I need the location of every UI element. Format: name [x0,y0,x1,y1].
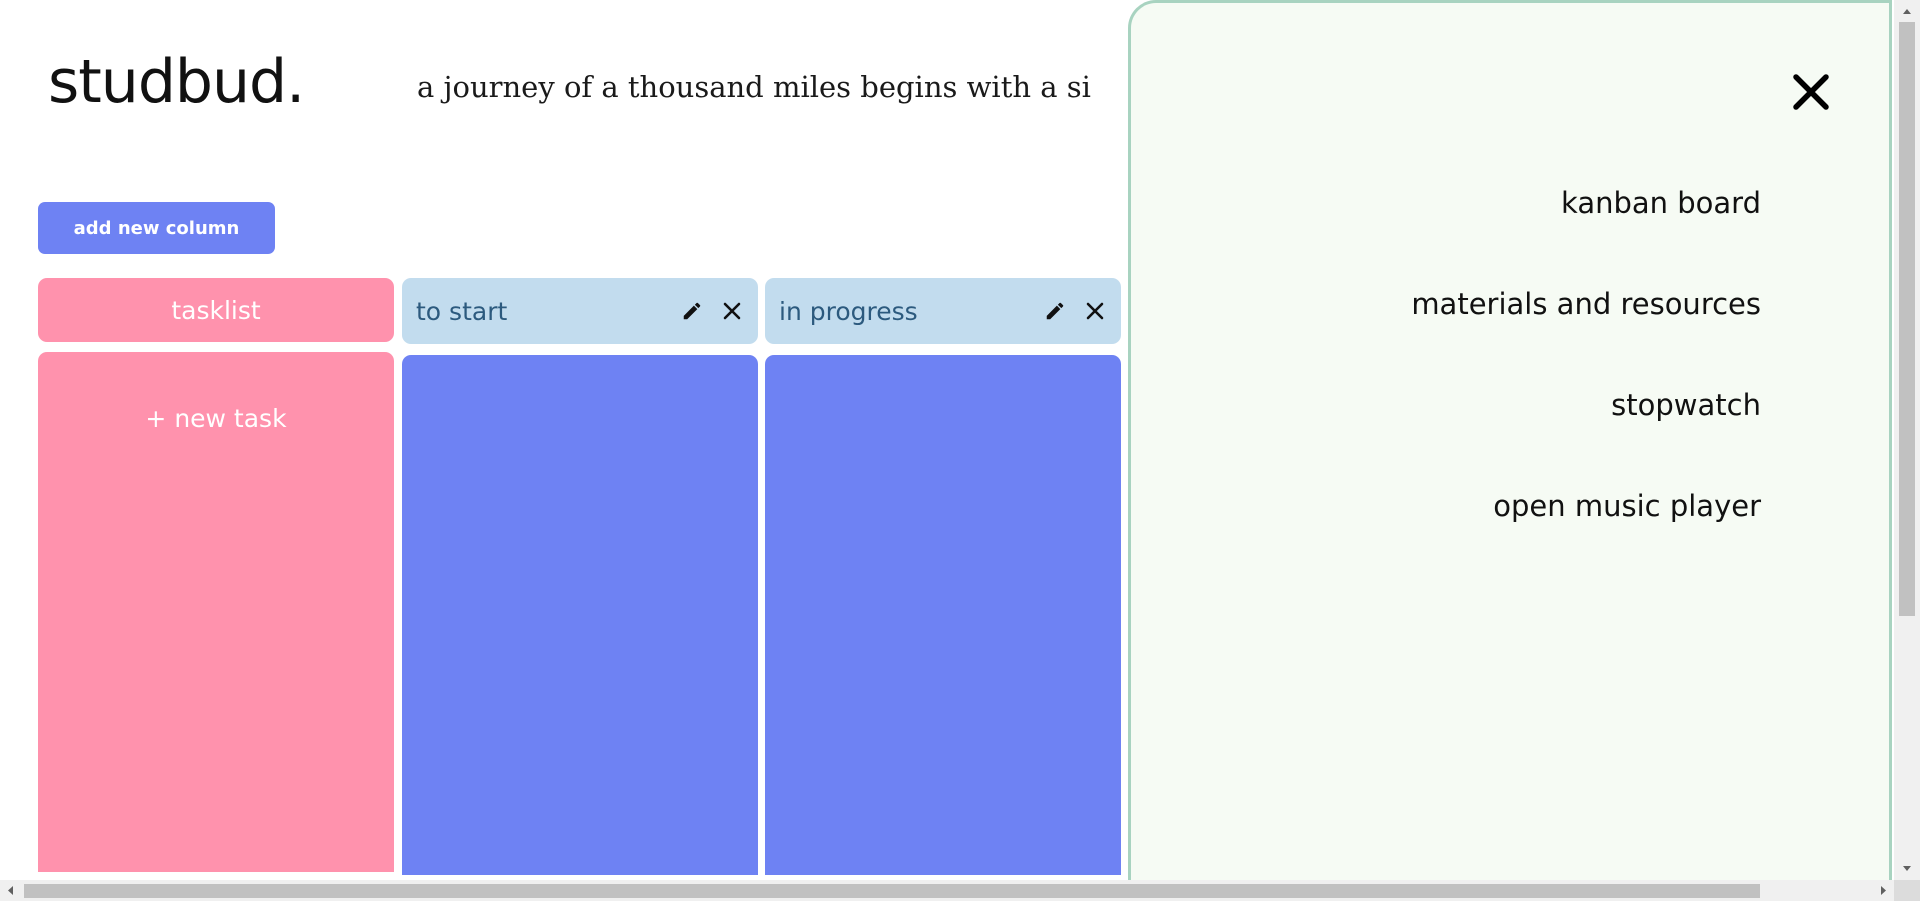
column-title: tasklist [171,295,261,325]
column-header-in-progress: in progress [765,278,1121,344]
menu-item-stopwatch[interactable]: stopwatch [1411,385,1761,486]
close-icon[interactable] [718,297,746,325]
close-icon [1793,74,1829,110]
motivational-quote: a journey of a thousand miles begins wit… [417,70,1091,104]
close-menu-button[interactable] [1788,69,1834,115]
column-header-tasklist: tasklist [38,278,394,342]
menu-item-materials-and-resources[interactable]: materials and resources [1411,284,1761,385]
scroll-down-icon [1903,866,1911,871]
navigation-menu: kanban board materials and resources sto… [1411,183,1761,587]
horizontal-scrollbar[interactable] [0,880,1894,901]
column-title: to start [416,296,508,326]
menu-item-kanban-board[interactable]: kanban board [1411,183,1761,284]
column-body-tasklist: + new task [38,352,394,872]
column-header-to-start: to start [402,278,758,344]
scrollbar-corner [1894,880,1920,901]
edit-icon[interactable] [678,297,706,325]
column-body-to-start [402,355,758,875]
vertical-scrollbar[interactable] [1894,0,1920,880]
scroll-left-icon [8,886,13,895]
close-icon[interactable] [1081,297,1109,325]
add-new-column-button[interactable]: add new column [38,202,275,254]
edit-icon[interactable] [1041,297,1069,325]
horizontal-scroll-thumb[interactable] [24,884,1760,898]
scroll-right-icon [1881,886,1886,895]
column-body-in-progress [765,355,1121,875]
column-title: in progress [779,296,918,326]
navigation-panel: kanban board materials and resources sto… [1128,0,1892,880]
app-logo: studbud. [48,47,305,117]
new-task-button[interactable]: + new task [38,404,394,433]
scroll-up-icon [1903,9,1911,14]
vertical-scroll-thumb[interactable] [1899,22,1915,616]
menu-item-open-music-player[interactable]: open music player [1411,486,1761,587]
